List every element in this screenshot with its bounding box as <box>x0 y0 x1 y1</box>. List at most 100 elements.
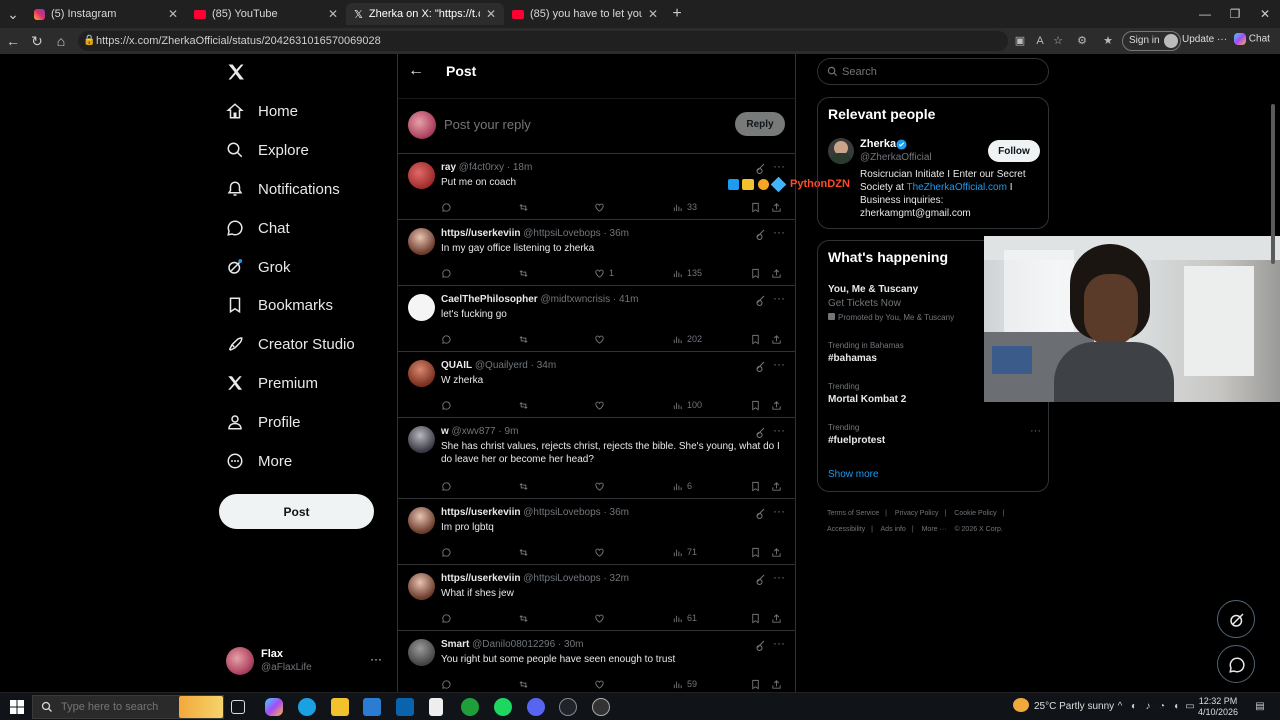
windows-start-icon[interactable] <box>10 700 24 714</box>
extensions-icon[interactable]: ⚙ <box>1074 33 1090 49</box>
views-button[interactable]: 135 <box>672 266 702 280</box>
avatar[interactable] <box>408 294 435 321</box>
grok-explain-icon[interactable] <box>754 294 766 306</box>
nav-home[interactable]: Home <box>226 97 298 125</box>
reply-tweet[interactable]: https//userkeviin @httpsiLovebops · 36m ·… <box>398 220 795 286</box>
discord-icon[interactable] <box>527 698 545 716</box>
speaker-icon[interactable]: ◖ <box>1170 701 1182 713</box>
author-handle[interactable]: @httpsiLovebops <box>520 228 600 239</box>
avatar[interactable] <box>408 426 435 453</box>
views-button[interactable]: 59 <box>672 677 697 691</box>
nav-premium[interactable]: Premium <box>226 369 318 397</box>
taskbar-search[interactable] <box>32 695 224 719</box>
tab-zherka-post[interactable]: 𝕏 Zherka on X: "https://t.co/GNt6sG ✕ <box>346 3 504 25</box>
chevron-up-icon[interactable]: ^ <box>1114 701 1126 713</box>
author-handle[interactable]: @httpsiLovebops <box>520 507 600 518</box>
repost-button[interactable] <box>518 200 533 214</box>
xbox-icon[interactable] <box>461 698 479 716</box>
reload-icon[interactable]: ↻ <box>28 32 46 50</box>
nav-explore[interactable]: Explore <box>226 136 309 164</box>
timestamp[interactable]: · 36m <box>601 507 629 518</box>
home-icon[interactable]: ⌂ <box>52 32 70 50</box>
avatar[interactable] <box>828 138 854 164</box>
repost-button[interactable] <box>518 545 533 559</box>
reply-button[interactable] <box>441 677 456 691</box>
app-icon[interactable] <box>559 698 577 716</box>
author-handle[interactable]: @Danilo08012296 <box>469 639 555 650</box>
volume-icon[interactable]: ♪ <box>1142 701 1154 713</box>
bio-link[interactable]: TheZherkaOfficial.com <box>907 182 1007 193</box>
reply-button[interactable] <box>441 479 456 493</box>
reply-button[interactable] <box>441 200 456 214</box>
split-screen-icon[interactable]: ▣ <box>1012 33 1028 49</box>
bookmark-button[interactable] <box>750 479 765 493</box>
avatar[interactable] <box>408 360 435 387</box>
tab-youtube[interactable]: (85) YouTube ✕ <box>186 3 346 25</box>
author-handle[interactable]: @httpsiLovebops <box>520 573 600 584</box>
avatar[interactable] <box>408 639 435 666</box>
timestamp[interactable]: · 30m <box>555 639 584 650</box>
reply-tweet[interactable]: CaelThePhilosopher @midtxwncrisis · 41m ·… <box>398 286 795 352</box>
author-name[interactable]: Smart <box>441 639 469 650</box>
nav-grok[interactable]: Grok <box>226 253 291 281</box>
mail-icon[interactable] <box>396 698 414 716</box>
keyboard-icon[interactable]: ▭ <box>1184 701 1196 713</box>
more-icon[interactable]: ··· <box>773 423 785 437</box>
task-view-icon[interactable] <box>231 700 245 714</box>
avatar[interactable] <box>408 228 435 255</box>
back-arrow-icon[interactable]: ← <box>408 62 424 80</box>
restore-icon[interactable]: ❐ <box>1220 4 1250 24</box>
notepad-icon[interactable] <box>429 698 443 716</box>
obs-icon[interactable] <box>592 698 610 716</box>
notifications-icon[interactable]: ▤ <box>1254 701 1266 713</box>
reply-button[interactable]: Reply <box>735 112 785 136</box>
author-name[interactable]: https//userkeviin <box>441 573 520 584</box>
repost-button[interactable] <box>518 398 533 412</box>
spotify-icon[interactable] <box>494 698 512 716</box>
author-name[interactable]: QUAIL <box>441 360 472 371</box>
tab-actions-icon[interactable]: ⌄ <box>4 5 22 23</box>
nav-chat[interactable]: Chat <box>226 214 290 242</box>
bookmark-button[interactable] <box>750 266 765 280</box>
promoted-trend-title[interactable]: You, Me & Tuscany <box>828 284 918 295</box>
share-button[interactable] <box>771 611 786 625</box>
reply-tweet[interactable]: w @xwv877 · 9m ··· She has christ values, … <box>398 418 795 499</box>
grok-explain-icon[interactable] <box>754 426 766 438</box>
grok-fab[interactable] <box>1217 600 1255 638</box>
grok-explain-icon[interactable] <box>754 573 766 585</box>
trend-more-icon[interactable]: ··· <box>1030 425 1041 437</box>
author-name[interactable]: CaelThePhilosopher <box>441 294 538 305</box>
file-explorer-icon[interactable] <box>331 698 349 716</box>
author-handle[interactable]: @Quailyerd <box>472 360 528 371</box>
trend-item[interactable]: Trending #fuelprotest <box>828 423 1038 446</box>
close-tab-icon[interactable]: ✕ <box>648 7 658 21</box>
grok-explain-icon[interactable] <box>754 639 766 651</box>
more-icon[interactable]: ··· <box>773 357 785 371</box>
share-button[interactable] <box>771 200 786 214</box>
store-icon[interactable] <box>363 698 381 716</box>
reply-button[interactable] <box>441 611 456 625</box>
grok-explain-icon[interactable] <box>754 228 766 240</box>
reply-tweet[interactable]: https//userkeviin @httpsiLovebops · 36m ·… <box>398 499 795 565</box>
repost-button[interactable] <box>518 479 533 493</box>
avatar[interactable] <box>408 162 435 189</box>
footer-link[interactable]: Accessibility <box>827 526 865 533</box>
footer-link[interactable]: Terms of Service <box>827 510 879 517</box>
new-tab-icon[interactable]: + <box>668 5 686 23</box>
edge-icon[interactable] <box>298 698 316 716</box>
author-handle[interactable]: @xwv877 <box>449 426 496 437</box>
views-button[interactable]: 71 <box>672 545 697 559</box>
tab-youtube-video[interactable]: (85) you have to let yourself go - Y ✕ <box>504 3 666 25</box>
author-handle[interactable]: @midtxwncrisis <box>538 294 610 305</box>
bookmark-button[interactable] <box>750 398 765 412</box>
page-scrollbar[interactable] <box>1269 56 1277 692</box>
more-icon[interactable]: ··· <box>773 159 785 173</box>
account-switcher[interactable]: Flax @aFlaxLife ··· <box>226 646 386 676</box>
like-button[interactable] <box>594 545 609 559</box>
search-input[interactable] <box>840 65 1040 79</box>
timestamp[interactable]: · 34m <box>528 360 557 371</box>
nav-bookmarks[interactable]: Bookmarks <box>226 291 333 319</box>
like-button[interactable] <box>594 611 609 625</box>
repost-button[interactable] <box>518 677 533 691</box>
share-button[interactable] <box>771 545 786 559</box>
